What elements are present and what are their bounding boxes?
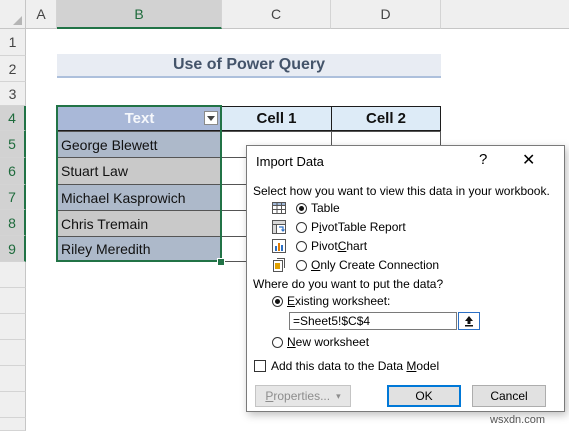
radio-existing-worksheet[interactable] [272,295,283,307]
table-header-text[interactable]: Text [57,106,222,131]
chevron-down-icon: ▾ [336,390,341,401]
row-header-16[interactable] [0,418,26,431]
import-data-dialog: Import Data ? ✕ Select how you want to v… [246,145,565,412]
row-header-12[interactable] [0,314,26,340]
table-row[interactable]: Stuart Law [57,157,222,185]
properties-button-label: Properties... [265,389,331,403]
row-header-13[interactable] [0,340,26,366]
row-header-1[interactable]: 1 [0,29,26,56]
ok-button[interactable]: OK [387,385,461,407]
option-new-worksheet[interactable]: New worksheet [272,335,369,349]
radio-pivottable[interactable] [296,221,307,233]
cancel-button[interactable]: Cancel [472,385,546,407]
table-row[interactable]: Chris Tremain [57,210,222,237]
table-header-cell-2[interactable]: Cell 2 [331,106,441,131]
radio-pivotchart[interactable] [296,240,307,252]
radio-table[interactable] [296,202,307,214]
properties-button[interactable]: Properties... ▾ [255,385,351,407]
checkbox-data-model[interactable] [254,360,266,372]
option-pivottable-label: PivotTable Report [311,220,406,234]
row-header-15[interactable] [0,392,26,418]
collapse-range-button[interactable] [458,312,480,330]
row-header-4[interactable]: 4 [0,106,26,131]
row-header-11[interactable] [0,288,26,314]
table-row[interactable]: Riley Meredith [57,236,222,262]
fill-handle[interactable] [217,258,225,266]
option-connection-label: Only Create Connection [311,258,440,272]
location-prompt: Where do you want to put the data? [253,277,444,291]
option-data-model[interactable]: Add this data to the Data Model [254,359,439,373]
arrow-up-icon [465,316,473,327]
connection-icon [273,258,285,272]
row-header-7[interactable]: 7 [0,185,26,210]
watermark: wsxdn.com [490,414,546,426]
dialog-title: Import Data [256,154,324,169]
option-pivotchart[interactable]: PivotChart [271,238,367,254]
row-header-5[interactable]: 5 [0,131,26,158]
option-connection[interactable]: Only Create Connection [271,257,439,273]
column-header-b[interactable]: B [57,0,222,29]
pivottable-icon [272,220,286,234]
close-button[interactable]: ✕ [522,150,535,170]
select-all-corner[interactable] [0,0,26,29]
sheet-title[interactable]: Use of Power Query [57,54,441,78]
radio-new-worksheet[interactable] [272,336,283,348]
data-model-label: Add this data to the Data Model [271,359,440,373]
row-header-3[interactable]: 3 [0,82,26,106]
column-header-d[interactable]: D [331,0,441,29]
option-existing-worksheet[interactable]: Existing worksheet: [272,294,390,308]
option-pivottable[interactable]: PivotTable Report [271,219,406,235]
radio-connection[interactable] [296,259,307,271]
filter-dropdown-icon[interactable] [204,111,218,125]
table-row[interactable]: George Blewett [57,131,222,158]
option-pivotchart-label: PivotChart [311,239,368,253]
row-header-9[interactable]: 9 [0,236,26,262]
table-header-cell-1[interactable]: Cell 1 [221,106,332,131]
column-header-e [441,0,569,29]
row-header-14[interactable] [0,366,26,392]
help-button[interactable]: ? [479,151,487,168]
pivotchart-icon [272,239,286,253]
option-table-label: Table [311,201,340,215]
row-header-10[interactable] [0,262,26,288]
option-table[interactable]: Table [271,200,340,216]
row-header-6[interactable]: 6 [0,158,26,185]
table-row[interactable]: Michael Kasprowich [57,184,222,211]
column-header-a[interactable]: A [26,0,57,29]
row-header-2[interactable]: 2 [0,56,26,82]
new-worksheet-label: New worksheet [287,335,370,349]
view-prompt: Select how you want to view this data in… [253,184,550,198]
row-header-8[interactable]: 8 [0,210,26,236]
column-header-c[interactable]: C [222,0,331,29]
existing-worksheet-label: Existing worksheet: [287,294,391,308]
range-input[interactable]: =Sheet5!$C$4 [289,312,457,330]
table-icon [272,202,286,214]
table-header-text-label: Text [124,110,155,127]
